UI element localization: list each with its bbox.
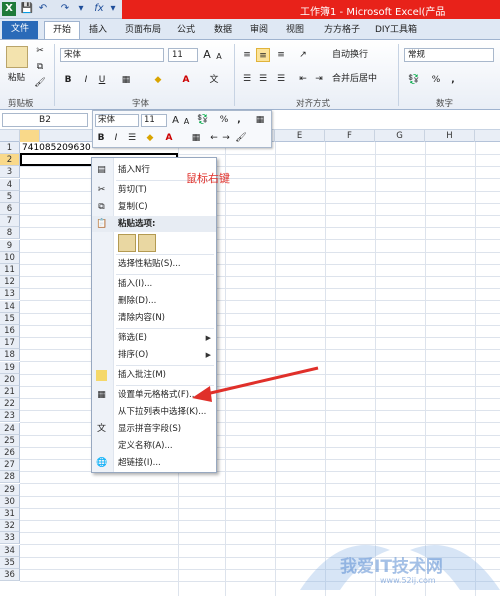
watermark-url: www.52ij.com	[380, 576, 436, 585]
watermark-text: 我爱IT技术网	[340, 557, 443, 577]
annotation-arrow	[192, 366, 319, 402]
